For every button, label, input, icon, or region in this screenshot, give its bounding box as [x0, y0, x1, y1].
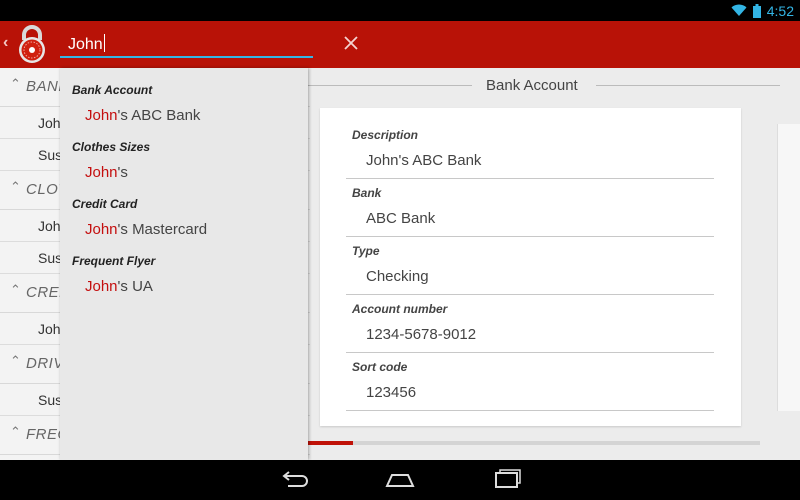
- suggestion-rest: 's Mastercard: [117, 221, 208, 238]
- action-bar: ‹ John: [0, 21, 800, 68]
- status-icons: 4:52: [731, 2, 794, 19]
- suggestion-match: John: [85, 278, 118, 295]
- suggestion-rest: 's: [117, 164, 128, 181]
- home-icon[interactable]: [384, 468, 416, 492]
- heading-divider-right: [596, 85, 780, 86]
- field-value: John's ABC Bank: [366, 152, 482, 169]
- detail-heading: Bank Account: [308, 72, 780, 100]
- suggestion-item[interactable]: John's ABC Bank: [85, 107, 200, 124]
- detail-title: Bank Account: [486, 77, 578, 94]
- search-suggestions-dropdown: Bank Account John's ABC Bank Clothes Sizes…: [60, 68, 308, 460]
- suggestion-group-heading: Clothes Sizes: [72, 140, 151, 154]
- field-value: ABC Bank: [366, 210, 436, 227]
- suggestion-match: John: [85, 221, 118, 238]
- suggestion-match: John: [85, 107, 118, 124]
- status-bar: 4:52: [0, 0, 800, 21]
- next-card-peek[interactable]: [777, 124, 800, 411]
- field-label: Sort code: [352, 360, 408, 374]
- field-divider: [346, 352, 714, 353]
- detail-card: Description John's ABC Bank Bank ABC Bank Ty…: [320, 108, 741, 426]
- close-icon[interactable]: [343, 35, 359, 51]
- back-icon[interactable]: [278, 468, 310, 492]
- search-query[interactable]: John: [68, 34, 105, 54]
- battery-icon: [752, 3, 761, 18]
- suggestion-rest: 's UA: [117, 278, 153, 295]
- suggestion-group-heading: Bank Account: [72, 83, 153, 97]
- field-divider: [346, 178, 714, 179]
- wifi-icon: [731, 4, 747, 16]
- suggestion-item[interactable]: John's: [85, 164, 128, 181]
- field-label: Type: [352, 244, 380, 258]
- chevron-up-icon: ⌃: [10, 179, 21, 194]
- chevron-up-icon: ⌃: [10, 424, 21, 439]
- chevron-up-icon: ⌃: [10, 282, 21, 297]
- status-time: 4:52: [766, 2, 794, 19]
- field-label: Bank: [352, 186, 382, 200]
- suggestion-rest: 's ABC Bank: [117, 107, 201, 124]
- field-divider: [346, 410, 714, 411]
- up-caret-icon[interactable]: ‹: [3, 34, 8, 52]
- recents-icon[interactable]: [490, 468, 522, 492]
- suggestion-group-heading: Credit Card: [72, 197, 138, 211]
- chevron-up-icon: ⌃: [10, 353, 21, 368]
- heading-divider-left: [308, 85, 472, 86]
- field-divider: [346, 236, 714, 237]
- pager-indicator: [308, 441, 760, 445]
- suggestion-item[interactable]: John's UA: [85, 278, 153, 295]
- search-input[interactable]: John: [60, 27, 358, 58]
- text-cursor: [103, 34, 105, 52]
- suggestion-item[interactable]: John's Mastercard: [85, 221, 207, 238]
- chevron-up-icon: ⌃: [10, 76, 21, 91]
- field-value: 1234-5678-9012: [366, 326, 477, 343]
- suggestion-match: John: [85, 164, 118, 181]
- field-value: 123456: [366, 384, 417, 401]
- field-value: Checking: [366, 268, 429, 285]
- navigation-bar: [0, 460, 800, 500]
- pager-indicator-fill: [308, 441, 354, 445]
- field-label: Account number: [352, 302, 448, 316]
- suggestion-group-heading: Frequent Flyer: [72, 254, 156, 268]
- padlock-icon[interactable]: [14, 24, 50, 64]
- field-divider: [346, 294, 714, 295]
- field-label: Description: [352, 128, 419, 142]
